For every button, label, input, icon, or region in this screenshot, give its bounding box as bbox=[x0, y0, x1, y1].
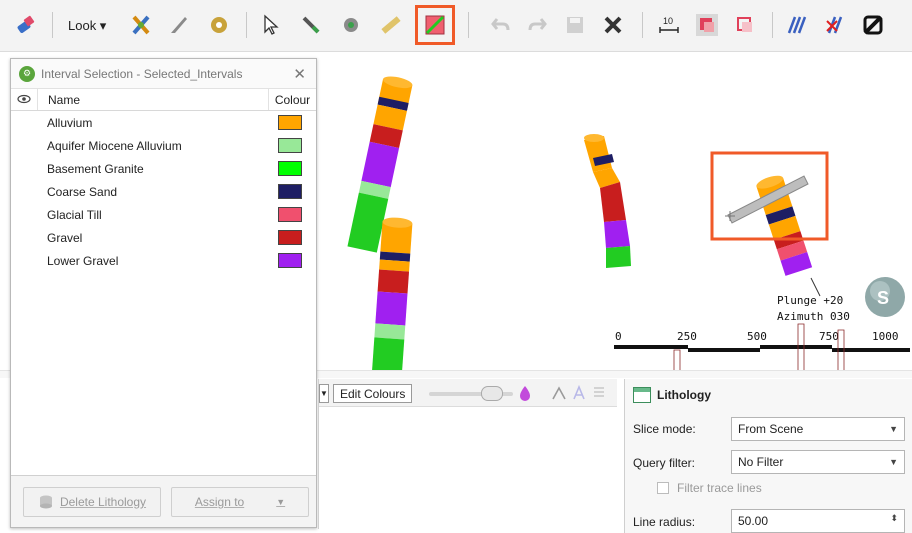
gear-pick-icon[interactable] bbox=[336, 10, 366, 40]
database-icon bbox=[39, 495, 52, 509]
chevron-down-icon[interactable]: ▼ bbox=[319, 384, 329, 403]
close-icon[interactable]: ✕ bbox=[293, 65, 306, 83]
shading-icon[interactable] bbox=[551, 385, 567, 401]
slice-mode-select[interactable]: From Scene ▼ bbox=[731, 417, 905, 441]
assign-to-button[interactable]: Assign to ▼ bbox=[171, 487, 309, 517]
line-radius-label: Line radius: bbox=[633, 515, 696, 529]
column-header: Name Colour bbox=[11, 89, 316, 111]
list-item[interactable]: Alluvium bbox=[11, 111, 316, 134]
plunge-label: Plunge +20 bbox=[777, 294, 843, 307]
colour-swatch[interactable] bbox=[278, 138, 302, 153]
hatch-icon[interactable] bbox=[782, 10, 812, 40]
save-icon[interactable] bbox=[560, 10, 590, 40]
chevron-down-icon: ▼ bbox=[276, 497, 286, 507]
colour-swatch[interactable] bbox=[278, 207, 302, 222]
scale-label-1000: 1000 bbox=[872, 330, 899, 343]
scale-label-750: 750 bbox=[819, 330, 839, 343]
undo-icon[interactable] bbox=[486, 10, 516, 40]
svg-text:S: S bbox=[877, 288, 889, 308]
delete-icon[interactable] bbox=[598, 10, 628, 40]
scale-bar: 0 250 500 750 1000 bbox=[614, 323, 910, 373]
knife-icon[interactable] bbox=[164, 10, 194, 40]
interval-name: Gravel bbox=[47, 230, 83, 245]
list-item[interactable]: Coarse Sand bbox=[11, 180, 316, 203]
scale-label-250: 250 bbox=[677, 330, 697, 343]
stepper-icon: ⬍ bbox=[890, 513, 898, 523]
hatch-remove-icon[interactable] bbox=[820, 10, 850, 40]
scale-ten-icon[interactable]: 10 bbox=[654, 10, 684, 40]
eraser-icon[interactable] bbox=[12, 10, 42, 40]
panel-title-bar[interactable]: ⚙ Interval Selection - Selected_Interval… bbox=[11, 59, 316, 89]
scale-label-0: 0 bbox=[615, 330, 622, 343]
slider-thumb[interactable] bbox=[481, 386, 503, 401]
checkbox-box bbox=[657, 482, 669, 494]
interval-name: Coarse Sand bbox=[47, 184, 118, 199]
lithology-icon bbox=[633, 387, 651, 403]
edit-colours-button[interactable]: Edit Colours bbox=[333, 384, 413, 403]
list-item[interactable]: Glacial Till bbox=[11, 203, 316, 226]
color-drop-icon[interactable] bbox=[517, 385, 533, 401]
delete-lithology-button[interactable]: Delete Lithology bbox=[23, 487, 161, 517]
ruler-icon[interactable] bbox=[376, 10, 406, 40]
list-item[interactable]: Gravel bbox=[11, 226, 316, 249]
list-icon[interactable] bbox=[591, 385, 607, 401]
chevron-down-icon: ▼ bbox=[889, 424, 898, 434]
selection-fill-icon[interactable] bbox=[692, 10, 722, 40]
cog-icon[interactable] bbox=[204, 10, 234, 40]
list-item[interactable]: Basement Granite bbox=[11, 157, 316, 180]
interval-icon: ⚙ bbox=[19, 65, 35, 82]
interval-name: Lower Gravel bbox=[47, 253, 119, 268]
scale-label-500: 500 bbox=[747, 330, 767, 343]
compass-icon[interactable]: S bbox=[865, 277, 905, 317]
interval-list: Alluvium Aquifer Miocene Alluvium Basement… bbox=[11, 111, 316, 272]
query-filter-label: Query filter: bbox=[633, 456, 696, 470]
panel-title: Interval Selection - Selected_Intervals bbox=[41, 66, 243, 81]
interval-name: Alluvium bbox=[47, 115, 93, 130]
text-style-icon[interactable] bbox=[571, 385, 587, 401]
editor-toolbar: ▼ Edit Colours bbox=[319, 379, 617, 407]
chevron-down-icon: ▼ bbox=[889, 457, 898, 467]
editor-area: ▼ Edit Colours bbox=[318, 379, 617, 529]
panel-actions: Delete Lithology Assign to ▼ bbox=[11, 475, 316, 527]
colour-swatch[interactable] bbox=[278, 184, 302, 199]
query-filter-select[interactable]: No Filter ▼ bbox=[731, 450, 905, 474]
pick-icon[interactable] bbox=[296, 10, 326, 40]
interval-name: Glacial Till bbox=[47, 207, 102, 222]
slice-line-icon[interactable] bbox=[420, 10, 450, 40]
interval-selection-panel: ⚙ Interval Selection - Selected_Interval… bbox=[10, 58, 317, 528]
pointer-icon[interactable] bbox=[256, 10, 286, 40]
lithology-properties: Lithology Slice mode: From Scene ▼ Query … bbox=[624, 379, 912, 533]
properties-header: Lithology bbox=[625, 379, 912, 411]
colour-column-header[interactable]: Colour bbox=[268, 89, 316, 110]
look-menu[interactable]: Look ▾ bbox=[68, 18, 106, 34]
redo-icon[interactable] bbox=[522, 10, 552, 40]
properties-title: Lithology bbox=[657, 388, 711, 402]
main-toolbar: Look ▾ 10 bbox=[0, 0, 912, 52]
interval-name: Aquifer Miocene Alluvium bbox=[47, 138, 182, 153]
colour-swatch[interactable] bbox=[278, 115, 302, 130]
slice-mode-label: Slice mode: bbox=[633, 422, 696, 436]
list-item[interactable]: Aquifer Miocene Alluvium bbox=[11, 134, 316, 157]
svg-text:10: 10 bbox=[663, 16, 673, 26]
list-item[interactable]: Lower Gravel bbox=[11, 249, 316, 272]
line-radius-input[interactable]: 50.00 ⬍ bbox=[731, 509, 905, 533]
hide-icon[interactable] bbox=[858, 10, 888, 40]
interval-name: Basement Granite bbox=[47, 161, 144, 176]
filter-trace-lines-checkbox[interactable]: Filter trace lines bbox=[657, 481, 762, 495]
azimuth-label: Azimuth 030 bbox=[777, 310, 850, 323]
name-column-header[interactable]: Name bbox=[37, 89, 268, 110]
eye-icon[interactable] bbox=[11, 93, 37, 107]
drillhole-icon[interactable] bbox=[126, 10, 156, 40]
colour-swatch[interactable] bbox=[278, 230, 302, 245]
colour-swatch[interactable] bbox=[278, 253, 302, 268]
selection-outline-icon[interactable] bbox=[730, 10, 760, 40]
colour-swatch[interactable] bbox=[278, 161, 302, 176]
drillhole-3[interactable] bbox=[584, 134, 631, 268]
